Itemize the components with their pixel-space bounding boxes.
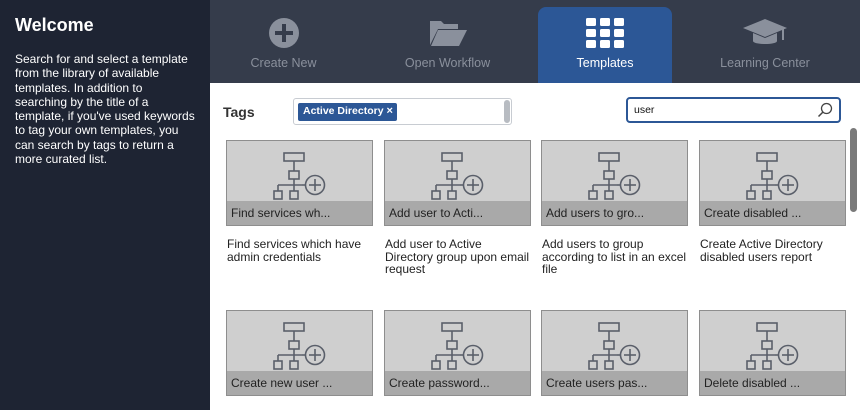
template-caption: Create disabled ...: [700, 201, 845, 225]
template-caption: Find services wh...: [227, 201, 372, 225]
template-description: Find services which have admin credentia…: [227, 237, 362, 264]
tab-label: Create New: [250, 56, 317, 70]
template-caption: Add users to gro...: [542, 201, 687, 225]
graduation-cap-icon: [741, 13, 789, 53]
search-input[interactable]: [634, 102, 814, 118]
template-caption: Create password...: [385, 371, 530, 395]
template-caption: Add user to Acti...: [385, 201, 530, 225]
top-navigation: Create New Open Workflow Templates Learn…: [210, 0, 860, 83]
folder-open-icon: [428, 13, 468, 53]
template-thumbnail[interactable]: Create password...: [384, 310, 531, 396]
template-card[interactable]: Create password...: [384, 310, 531, 408]
sidebar-title: Welcome: [15, 15, 94, 35]
template-description: Add user to Active Directory group upon …: [385, 237, 530, 276]
tag-chip: Active Directory ×: [298, 103, 397, 121]
template-caption: Create new user ...: [227, 371, 372, 395]
tab-learning-center[interactable]: Learning Center: [690, 7, 840, 83]
tab-label: Open Workflow: [404, 56, 491, 70]
templates-panel: Tags Active Directory × Find services wh…: [210, 83, 860, 410]
template-card[interactable]: Add users to gro... Add users to group ac…: [541, 140, 688, 276]
template-card[interactable]: Create disabled ... Create Active Directo…: [699, 140, 846, 263]
search-icon[interactable]: [817, 102, 833, 123]
tab-create-new[interactable]: Create New: [210, 7, 357, 83]
tab-label: Learning Center: [720, 56, 810, 70]
tags-scrollbar[interactable]: [504, 100, 510, 123]
results-scrollbar[interactable]: [850, 128, 857, 212]
plus-circle-icon: [268, 13, 300, 53]
template-card[interactable]: Add user to Acti... Add user to Active Di…: [384, 140, 531, 276]
template-thumbnail[interactable]: Create users pas...: [541, 310, 688, 396]
template-card[interactable]: Delete disabled ...: [699, 310, 846, 408]
tags-input[interactable]: Active Directory ×: [293, 98, 512, 125]
search-box: [626, 97, 841, 123]
grid-icon: [586, 13, 624, 53]
template-card[interactable]: Find services wh... Find services which h…: [226, 140, 373, 263]
tag-chip-label: Active Directory: [303, 105, 384, 117]
template-card[interactable]: Create users pas...: [541, 310, 688, 408]
template-thumbnail[interactable]: Create disabled ...: [699, 140, 846, 226]
template-description: Create Active Directory disabled users r…: [700, 237, 823, 264]
template-thumbnail[interactable]: Delete disabled ...: [699, 310, 846, 396]
template-card[interactable]: Create new user ...: [226, 310, 373, 408]
template-thumbnail[interactable]: Find services wh...: [226, 140, 373, 226]
template-thumbnail[interactable]: Add user to Acti...: [384, 140, 531, 226]
sidebar-description: Search for and select a template from th…: [15, 52, 195, 167]
tab-open-workflow[interactable]: Open Workflow: [373, 7, 522, 83]
tab-label: Templates: [576, 56, 634, 70]
remove-tag-icon[interactable]: ×: [387, 105, 393, 118]
tags-label: Tags: [223, 104, 255, 120]
tab-templates[interactable]: Templates: [538, 7, 672, 83]
template-caption: Create users pas...: [542, 371, 687, 395]
template-thumbnail[interactable]: Add users to gro...: [541, 140, 688, 226]
template-thumbnail[interactable]: Create new user ...: [226, 310, 373, 396]
template-caption: Delete disabled ...: [700, 371, 845, 395]
template-description: Add users to group according to list in …: [542, 237, 687, 276]
welcome-sidebar: Welcome Search for and select a template…: [0, 0, 210, 410]
